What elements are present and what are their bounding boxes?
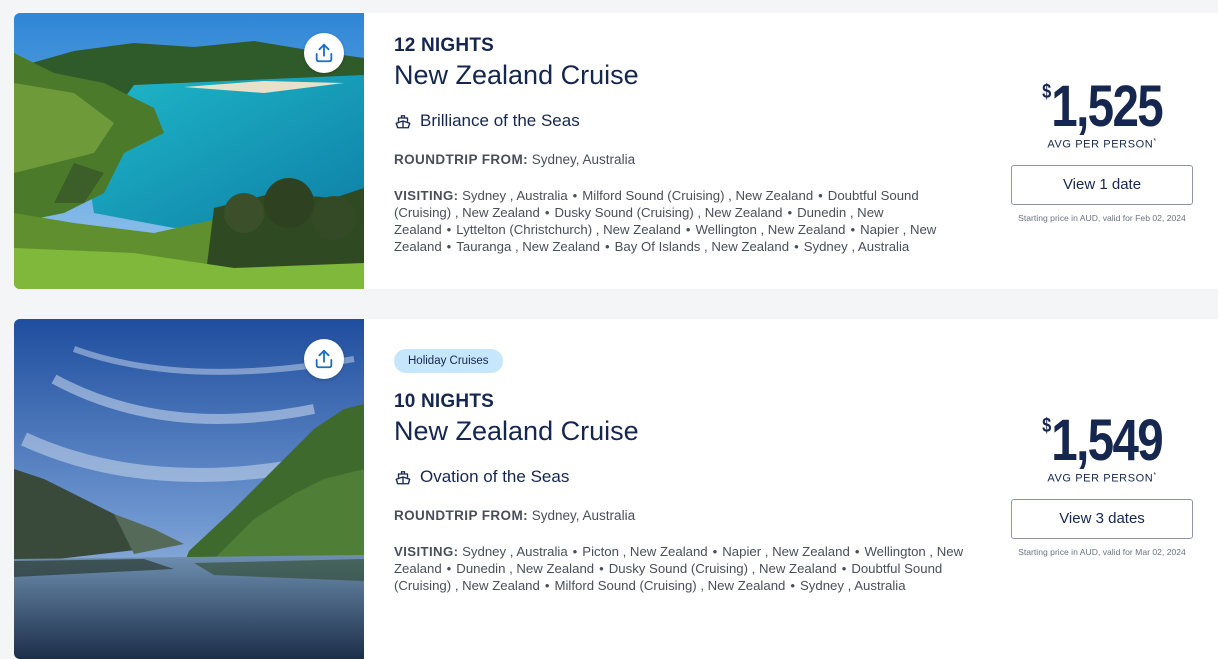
port-name: Napier , New Zealand [722, 544, 850, 559]
port-list: Sydney , Australia • Milford Sound (Cruisi… [394, 188, 936, 254]
port-separator: • [794, 239, 799, 254]
roundtrip-value: Sydney, Australia [531, 152, 636, 167]
currency-symbol: $ [1042, 415, 1052, 437]
port-name: Sydney , Australia [800, 578, 906, 593]
port-name: Sydney , Australia [803, 239, 910, 254]
currency-symbol: $ [1042, 81, 1052, 103]
port-separator: • [850, 222, 856, 237]
avg-label: AVG PER PERSON [1047, 138, 1154, 151]
cruise-card: Holiday Cruises 10 NIGHTS New Zealand Cr… [14, 319, 1218, 659]
avg-per-person: AVG PER PERSON* [1010, 472, 1194, 485]
ship-icon [395, 471, 411, 485]
price-note: Starting price in AUD, valid for Feb 02,… [1018, 212, 1186, 223]
port-separator: • [446, 561, 452, 576]
port-name: Sydney , Australia [462, 188, 568, 203]
price-amount: $1,525 [1042, 63, 1164, 139]
share-upload-icon [315, 43, 333, 63]
ship-name-row: Brilliance of the Seas [394, 111, 974, 131]
cruise-photo-fiord[interactable] [14, 319, 364, 659]
port-name: Wellington , New Zealand [695, 222, 846, 237]
port-separator: • [712, 544, 718, 559]
port-separator: • [446, 239, 452, 254]
share-button[interactable] [304, 339, 344, 379]
port-name: Bay Of Islands , New Zealand [614, 239, 790, 254]
nights-label: 12 NIGHTS [394, 35, 494, 56]
port-name: Dusky Sound (Cruising) , New Zealand [608, 561, 837, 576]
port-name: Milford Sound (Cruising) , New Zealand [582, 188, 814, 203]
nights-label: 10 NIGHTS [394, 391, 494, 412]
cruise-card: 12 NIGHTS New Zealand Cruise Brilliance … [14, 13, 1218, 289]
port-name: Dusky Sound (Cruising) , New Zealand [554, 205, 783, 220]
cruise-photo-coastline[interactable] [14, 13, 364, 289]
cruise-info: 12 NIGHTS New Zealand Cruise Brilliance … [394, 13, 974, 255]
avg-per-person: AVG PER PERSON* [1010, 138, 1194, 151]
ship-name[interactable]: Brilliance of the Seas [420, 111, 580, 131]
view-dates-button[interactable]: View 1 date [1011, 164, 1193, 205]
port-separator: • [572, 188, 578, 203]
roundtrip-label: ROUNDTRIP FROM: [394, 152, 528, 167]
roundtrip-label: ROUNDTRIP FROM: [394, 508, 528, 523]
price-box: $1,525 AVG PER PERSON* View 1 date Start… [1010, 63, 1194, 223]
ship-name[interactable]: Ovation of the Seas [420, 467, 569, 487]
view-dates-button[interactable]: View 3 dates [1011, 498, 1193, 539]
port-name: Sydney , Australia [462, 544, 568, 559]
price-amount: $1,549 [1042, 397, 1164, 473]
visiting-ports: VISITING: Sydney , Australia • Milford Sou… [394, 187, 969, 255]
price-value: 1,549 [1051, 408, 1163, 473]
port-separator: • [854, 544, 860, 559]
price-note: Starting price in AUD, valid for Mar 02,… [1018, 546, 1186, 557]
ship-icon [395, 115, 411, 129]
price-box: $1,549 AVG PER PERSON* View 3 dates Star… [1010, 397, 1194, 557]
visiting-ports: VISITING: Sydney , Australia • Picton , Ne… [394, 543, 969, 594]
cruise-title[interactable]: New Zealand Cruise [394, 416, 974, 447]
port-name: Picton , New Zealand [582, 544, 708, 559]
port-name: Tauranga , New Zealand [456, 239, 600, 254]
port-name: Milford Sound (Cruising) , New Zealand [554, 578, 786, 593]
port-separator: • [818, 188, 823, 203]
cruise-info: Holiday Cruises 10 NIGHTS New Zealand Cr… [394, 319, 974, 594]
port-separator: • [572, 544, 578, 559]
port-name: Dunedin , New Zealand [456, 561, 595, 576]
visiting-label: VISITING: [394, 544, 459, 559]
share-button[interactable] [304, 33, 344, 73]
avg-footnote-mark: * [1153, 138, 1157, 145]
port-separator: • [604, 239, 610, 254]
port-separator: • [599, 561, 604, 576]
port-separator: • [787, 205, 793, 220]
cruise-title[interactable]: New Zealand Cruise [394, 60, 974, 91]
port-separator: • [446, 222, 452, 237]
ship-name-row: Ovation of the Seas [394, 467, 974, 487]
port-name: Lyttelton (Christchurch) , New Zealand [456, 222, 681, 237]
roundtrip-row: ROUNDTRIP FROM: Sydney, Australia [394, 152, 974, 167]
port-separator: • [544, 578, 550, 593]
port-list: Sydney , Australia • Picton , New Zealand •… [394, 544, 963, 593]
avg-label: AVG PER PERSON [1047, 472, 1154, 485]
port-separator: • [841, 561, 847, 576]
roundtrip-value: Sydney, Australia [531, 508, 636, 523]
port-separator: • [790, 578, 795, 593]
avg-footnote-mark: * [1153, 472, 1157, 479]
share-upload-icon [315, 349, 333, 369]
holiday-badge: Holiday Cruises [394, 349, 503, 373]
port-separator: • [544, 205, 550, 220]
roundtrip-row: ROUNDTRIP FROM: Sydney, Australia [394, 508, 974, 523]
visiting-label: VISITING: [394, 188, 459, 203]
port-separator: • [685, 222, 691, 237]
price-value: 1,525 [1051, 74, 1163, 139]
